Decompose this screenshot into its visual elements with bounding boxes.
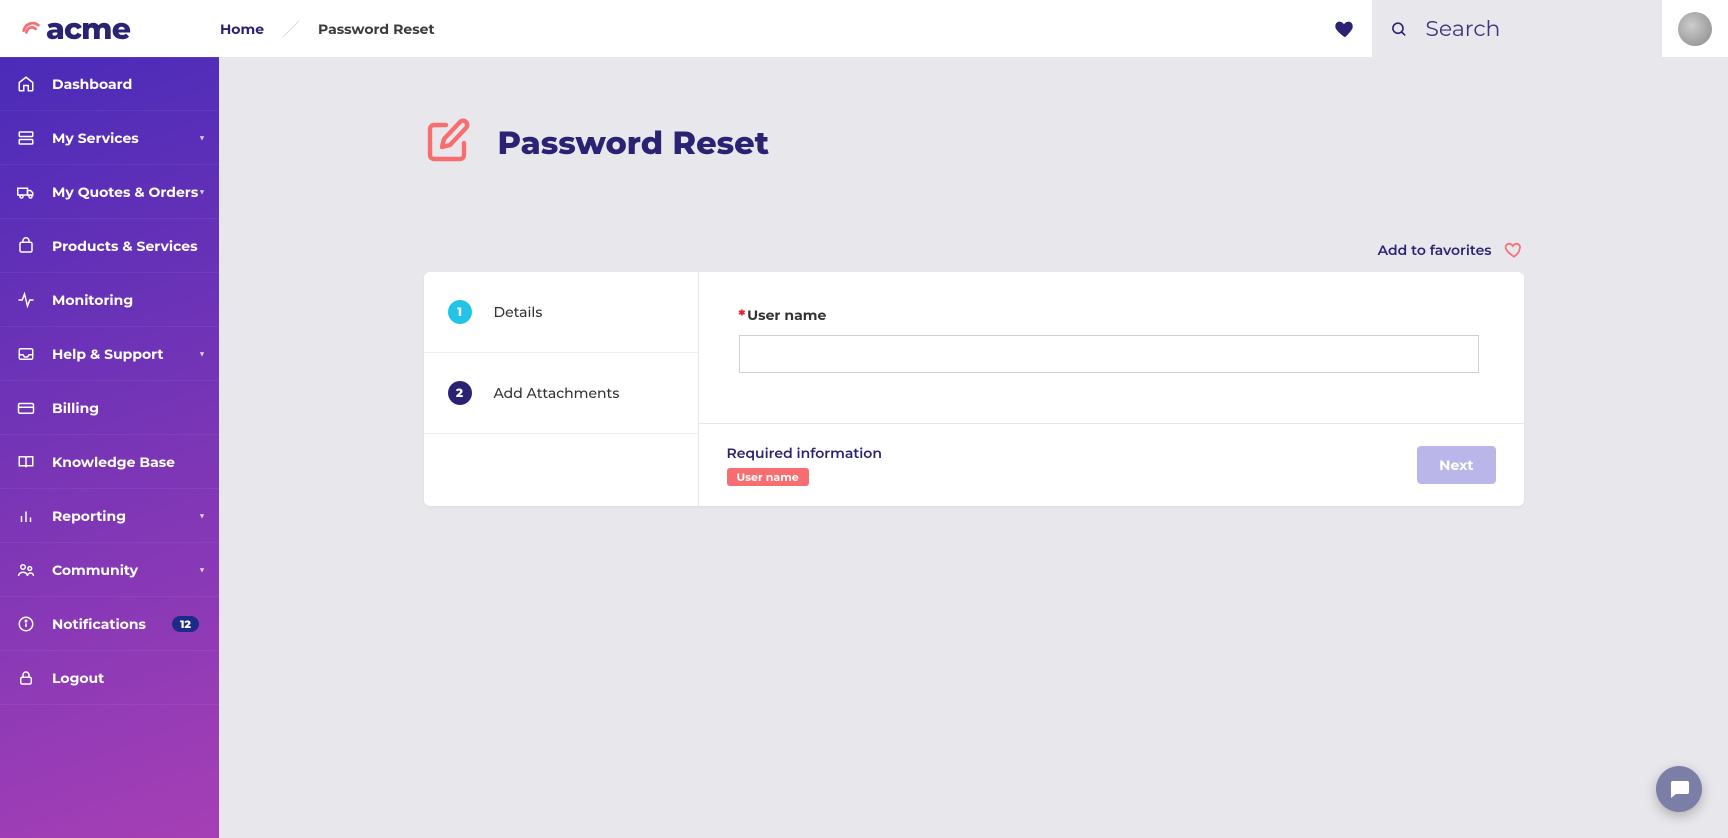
- sidebar-item-knowledge-base[interactable]: Knowledge Base: [0, 435, 219, 489]
- sidebar-item-label: Monitoring: [52, 291, 205, 309]
- users-icon: [14, 561, 38, 579]
- book-icon: [14, 453, 38, 471]
- logo-mark-icon: [20, 15, 42, 43]
- add-to-favorites-label: Add to favorites: [1378, 241, 1492, 259]
- step-add-attachments[interactable]: 2 Add Attachments: [424, 353, 698, 434]
- sidebar-item-label: Dashboard: [52, 75, 205, 93]
- breadcrumb-current: Password Reset: [318, 20, 435, 38]
- info-icon: [14, 615, 38, 633]
- edit-icon: [424, 117, 472, 170]
- activity-icon: [14, 291, 38, 309]
- notifications-badge: 12: [172, 616, 199, 632]
- breadcrumb: Home ／ Password Reset: [220, 16, 435, 42]
- sidebar-item-label: Notifications: [52, 615, 172, 633]
- home-icon: [14, 75, 38, 93]
- step-nav: 1 Details 2 Add Attachments: [424, 272, 699, 506]
- step-number: 2: [448, 381, 472, 405]
- breadcrumb-home[interactable]: Home: [220, 20, 264, 38]
- search-box[interactable]: [1372, 0, 1662, 57]
- required-star-icon: *: [739, 306, 746, 324]
- sidebar-item-monitoring[interactable]: Monitoring: [0, 273, 219, 327]
- sidebar-item-label: Logout: [52, 669, 205, 687]
- form-footer: Required information User name Next: [699, 423, 1524, 506]
- step-label: Add Attachments: [494, 384, 620, 402]
- add-to-favorites-button[interactable]: Add to favorites: [424, 240, 1524, 260]
- breadcrumb-separator-icon: ／: [282, 16, 300, 42]
- logo[interactable]: acme: [20, 10, 130, 47]
- page-header: Password Reset: [424, 117, 1524, 170]
- username-label: *User name: [739, 306, 827, 324]
- chat-button[interactable]: [1656, 766, 1702, 812]
- sidebar-item-label: My Services: [52, 129, 199, 147]
- required-field-pill: User name: [727, 468, 809, 486]
- favorites-button[interactable]: [1318, 0, 1372, 57]
- sidebar-item-label: Knowledge Base: [52, 453, 205, 471]
- sidebar-item-products-services[interactable]: Products & Services: [0, 219, 219, 273]
- required-info-heading: Required information: [727, 444, 882, 462]
- logo-text: acme: [46, 10, 130, 47]
- sidebar-item-billing[interactable]: Billing: [0, 381, 219, 435]
- sidebar-item-quotes-orders[interactable]: My Quotes & Orders ▼: [0, 165, 219, 219]
- main-content: Password Reset Add to favorites 1 Detail…: [219, 57, 1728, 838]
- search-icon: [1390, 19, 1407, 39]
- username-input[interactable]: [739, 335, 1479, 373]
- sidebar-item-reporting[interactable]: Reporting ▼: [0, 489, 219, 543]
- chevron-down-icon: ▼: [199, 131, 205, 144]
- search-input[interactable]: [1423, 14, 1644, 43]
- sidebar-item-my-services[interactable]: My Services ▼: [0, 111, 219, 165]
- truck-icon: [14, 183, 38, 201]
- sidebar-item-notifications[interactable]: Notifications 12: [0, 597, 219, 651]
- chevron-down-icon: ▼: [199, 347, 205, 360]
- lock-icon: [14, 669, 38, 687]
- sidebar-item-label: Billing: [52, 399, 205, 417]
- sidebar-item-logout[interactable]: Logout: [0, 651, 219, 705]
- sidebar-item-label: My Quotes & Orders: [52, 183, 199, 201]
- chevron-down-icon: ▼: [199, 509, 205, 522]
- topbar: acme Home ／ Password Reset: [0, 0, 1728, 57]
- inbox-icon: [14, 345, 38, 363]
- sidebar-item-help-support[interactable]: Help & Support ▼: [0, 327, 219, 381]
- sidebar-item-label: Products & Services: [52, 237, 205, 255]
- services-icon: [14, 129, 38, 147]
- chevron-down-icon: ▼: [199, 185, 205, 198]
- sidebar: Dashboard My Services ▼ My Quotes & Orde…: [0, 57, 219, 838]
- bar-chart-icon: [14, 507, 38, 525]
- page-title: Password Reset: [498, 124, 770, 163]
- next-button[interactable]: Next: [1417, 446, 1495, 484]
- step-label: Details: [494, 303, 543, 321]
- form-area: *User name Required information User nam…: [699, 272, 1524, 506]
- heart-outline-icon: [1504, 240, 1524, 260]
- chat-icon: [1667, 777, 1691, 801]
- sidebar-item-community[interactable]: Community ▼: [0, 543, 219, 597]
- bag-icon: [14, 237, 38, 255]
- step-number: 1: [448, 300, 472, 324]
- step-details[interactable]: 1 Details: [424, 272, 698, 353]
- sidebar-item-dashboard[interactable]: Dashboard: [0, 57, 219, 111]
- sidebar-item-label: Community: [52, 561, 199, 579]
- sidebar-item-label: Help & Support: [52, 345, 199, 363]
- form-card: 1 Details 2 Add Attachments *User name: [424, 272, 1524, 506]
- username-label-text: User name: [747, 306, 826, 324]
- username-field-group: *User name: [739, 306, 1484, 373]
- sidebar-item-label: Reporting: [52, 507, 199, 525]
- avatar[interactable]: [1678, 12, 1712, 46]
- heart-icon: [1334, 18, 1356, 40]
- credit-card-icon: [14, 399, 38, 417]
- chevron-down-icon: ▼: [199, 563, 205, 576]
